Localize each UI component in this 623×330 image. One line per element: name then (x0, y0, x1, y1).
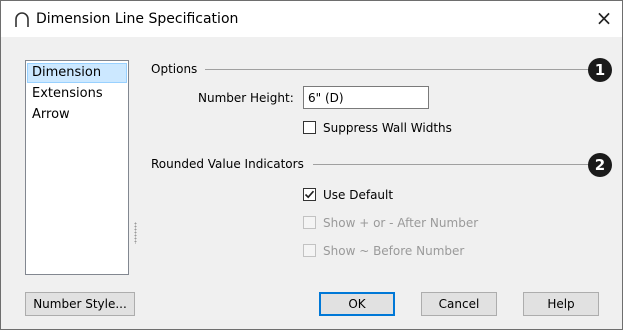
suppress-wall-widths-label: Suppress Wall Widths (323, 121, 452, 135)
number-style-button[interactable]: Number Style... (25, 292, 135, 316)
panel-splitter-grip[interactable] (134, 222, 137, 244)
callout-marker-2: 2 (588, 153, 612, 177)
use-default-label: Use Default (323, 188, 394, 202)
checkbox-box-disabled (303, 216, 316, 229)
rounded-section-title: Rounded Value Indicators (151, 157, 304, 171)
show-tilde-checkbox: Show ~ Before Number (303, 242, 503, 260)
ok-button[interactable]: OK (319, 292, 395, 316)
suppress-wall-widths-checkbox[interactable]: Suppress Wall Widths (303, 119, 483, 137)
number-height-label: Number Height: (198, 91, 294, 105)
options-section-title: Options (151, 62, 198, 76)
help-button[interactable]: Help (523, 292, 599, 316)
options-divider (205, 69, 589, 70)
checkbox-box-checked[interactable] (303, 188, 316, 201)
dialog-window: Dimension Line Specification × Dimension… (0, 0, 623, 330)
title-bar[interactable]: Dimension Line Specification × (1, 1, 622, 37)
show-tilde-label: Show ~ Before Number (323, 244, 465, 258)
window-title: Dimension Line Specification (36, 11, 239, 27)
sidebar-item-label: Extensions (32, 86, 103, 101)
close-icon[interactable]: × (590, 5, 618, 31)
number-height-input[interactable] (303, 86, 429, 109)
checkbox-box-disabled (303, 244, 316, 257)
sidebar-item-label: Dimension (32, 65, 102, 80)
show-plus-minus-checkbox: Show + or - After Number (303, 214, 503, 232)
cancel-button[interactable]: Cancel (421, 292, 497, 316)
sidebar-item-dimension[interactable]: Dimension (27, 63, 127, 83)
use-default-checkbox[interactable]: Use Default (303, 186, 443, 204)
rounded-divider (313, 164, 589, 165)
show-plus-minus-label: Show + or - After Number (323, 216, 479, 230)
sidebar-item-label: Arrow (32, 107, 70, 122)
sidebar-item-arrow[interactable]: Arrow (27, 105, 127, 125)
sidebar-item-extensions[interactable]: Extensions (27, 84, 127, 104)
checkbox-box[interactable] (303, 121, 316, 134)
arch-icon (13, 10, 31, 28)
callout-marker-1: 1 (588, 58, 612, 82)
category-list[interactable]: Dimension Extensions Arrow (25, 60, 129, 275)
